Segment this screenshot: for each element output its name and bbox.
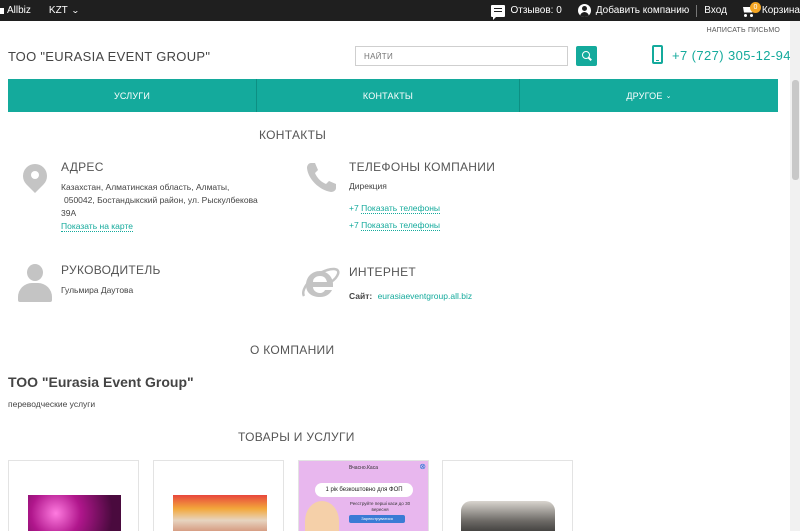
internet-title: ИНТЕРНЕТ (349, 265, 417, 279)
login-link[interactable]: Вход (704, 5, 727, 16)
nav-item-other[interactable]: ДРУГОЕ ⌄ (520, 79, 778, 112)
ad-close-icon[interactable]: ⊗ (419, 462, 426, 471)
show-phones-link[interactable]: Показать телефоны (361, 220, 441, 231)
product-card[interactable] (153, 460, 284, 531)
add-company-link[interactable]: Добавить компанию (577, 4, 689, 17)
product-card[interactable] (442, 460, 573, 531)
product-image (461, 501, 555, 531)
search-input[interactable] (355, 46, 568, 66)
about-heading: О КОМПАНИИ (250, 343, 335, 357)
ad-banner[interactable]: Вчасно.Каса ⊗ 1 рік безкоштовно для ФОП … (298, 460, 429, 531)
address-title: АДРЕС (61, 160, 104, 174)
show-on-map-link[interactable]: Показать на карте (61, 221, 133, 232)
phone-row: +7 Показать телефоны (349, 203, 441, 214)
cart-link[interactable]: 0 Корзина (741, 1, 800, 17)
allbiz-logo[interactable]: Allbiz (0, 5, 31, 16)
user-icon (577, 4, 591, 17)
about-description: переводческие услуги (8, 399, 96, 409)
product-image (28, 495, 121, 531)
internet-explorer-icon (302, 267, 340, 297)
divider (696, 4, 698, 17)
top-bar: Allbiz KZT ⌄ Отзывов: 0 Добавить компани… (0, 0, 800, 21)
contacts-heading: КОНТАКТЫ (259, 128, 327, 142)
main-nav: УСЛУГИ КОНТАКТЫ ДРУГОЕ ⌄ (8, 79, 778, 112)
logo-icon (0, 7, 4, 14)
cart-count-badge: 0 (749, 1, 761, 13)
location-pin-icon (22, 161, 48, 201)
manager-name: Гульмира Даутова (61, 285, 134, 295)
address-text: Казахстан, Алматинская область, Алматы, … (61, 182, 258, 232)
product-card[interactable] (8, 460, 139, 531)
manager-title: РУКОВОДИТЕЛЬ (61, 263, 161, 277)
phone-row: +7 Показать телефоны (349, 220, 441, 231)
ad-text: Реєструйте перші каси до 30 вересня (349, 501, 411, 512)
currency-select[interactable]: KZT ⌄ (49, 5, 80, 16)
ad-illustration (305, 501, 339, 531)
write-letter-link[interactable]: НАПИСАТЬ ПИСЬМО (707, 27, 780, 34)
chat-icon (491, 4, 506, 20)
show-phones-link[interactable]: Показать телефоны (361, 203, 441, 214)
nav-item-contacts[interactable]: КОНТАКТЫ (257, 79, 520, 112)
search-button[interactable] (576, 46, 597, 66)
reviews-link[interactable]: Отзывов: 0 (491, 4, 562, 20)
ad-brand: Вчасно.Каса (349, 465, 378, 471)
phone-handset-icon (307, 163, 336, 192)
person-icon (18, 264, 52, 302)
ad-headline: 1 рік безкоштовно для ФОП (315, 483, 413, 497)
ad-cta-button[interactable]: Зареєструватися (349, 515, 405, 523)
phones-department: Дирекция (349, 181, 387, 191)
scrollbar-thumb[interactable] (792, 80, 799, 180)
nav-item-services[interactable]: УСЛУГИ (8, 79, 257, 112)
website-row: Сайт: eurasiaeventgroup.all.biz (349, 291, 473, 301)
header-phone[interactable]: +7 (727) 305-12-94 (672, 48, 791, 63)
website-link[interactable]: eurasiaeventgroup.all.biz (378, 291, 473, 301)
phones-title: ТЕЛЕФОНЫ КОМПАНИИ (349, 160, 496, 174)
product-image (173, 495, 267, 531)
products-heading: ТОВАРЫ И УСЛУГИ (238, 430, 355, 444)
about-company-name: ТОО "Eurasia Event Group" (8, 374, 194, 390)
phone-icon (652, 45, 663, 64)
chevron-down-icon: ⌄ (665, 92, 672, 100)
chevron-down-icon: ⌄ (70, 6, 80, 15)
company-title[interactable]: ТОО "EURASIA EVENT GROUP" (8, 49, 210, 64)
